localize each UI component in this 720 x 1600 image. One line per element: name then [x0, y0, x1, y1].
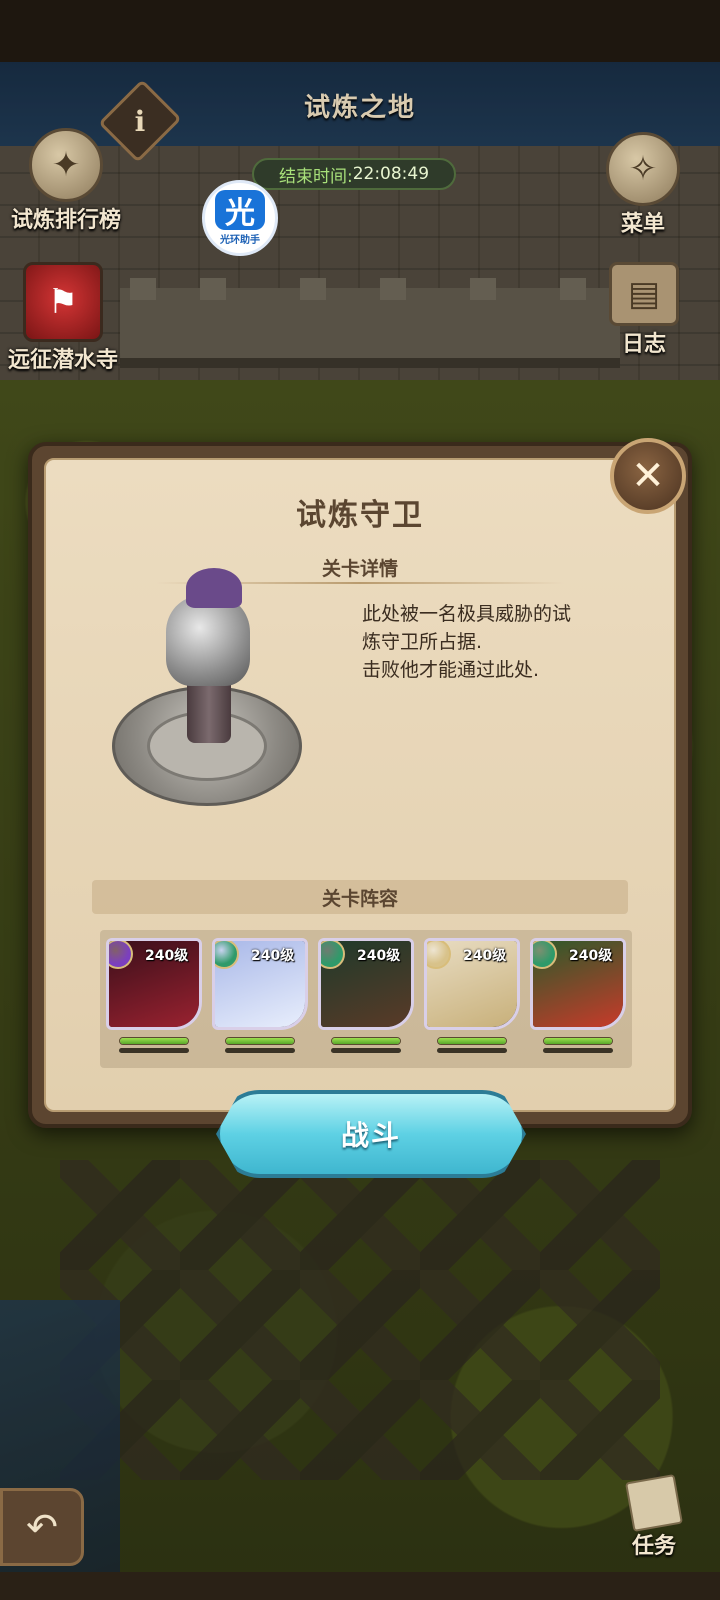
lineup-header: 关卡阵容	[92, 880, 628, 914]
hero-portrait-card: 240级	[530, 938, 626, 1030]
hero-hp-fill	[120, 1038, 188, 1044]
stage-details-label: 关卡详情	[321, 557, 398, 580]
page-title: 试炼之地	[303, 92, 416, 123]
helmet-plume	[186, 568, 242, 608]
scroll-icon	[625, 1474, 683, 1532]
dialog-title: 试炼守卫	[296, 498, 424, 533]
hero-energy-bar	[543, 1048, 613, 1053]
hero-energy-bar	[119, 1048, 189, 1053]
hero-hp-fill	[332, 1038, 400, 1044]
hero-slot[interactable]: 240级	[212, 938, 308, 1053]
fight-button[interactable]: 战斗	[216, 1090, 526, 1178]
close-button[interactable]: ✕	[610, 438, 686, 514]
assistant-label: 光环助手	[220, 235, 260, 246]
assistant-logo-icon: 光	[215, 190, 265, 231]
hero-hp-bar	[225, 1037, 295, 1045]
trial-guard-dialog: 试炼守卫 关卡详情 此处被一名极具威胁的试 炼守卫所占据. 击败他才能通过此处.…	[28, 442, 692, 1128]
hero-level: 240级	[463, 948, 507, 964]
compass-icon: ✧	[606, 132, 680, 206]
hero-portrait-card: 240级	[318, 938, 414, 1030]
back-button[interactable]: ↶	[0, 1488, 84, 1566]
dialog-parchment: 试炼守卫 关卡详情 此处被一名极具威胁的试 炼守卫所占据. 击败他才能通过此处.…	[44, 458, 676, 1112]
assistant-floating-button[interactable]: 光 光环助手	[202, 180, 278, 256]
hero-hp-fill	[544, 1038, 612, 1044]
hero-energy-bar	[331, 1048, 401, 1053]
hero-level: 240级	[569, 948, 613, 964]
hero-slot[interactable]: 240级	[106, 938, 202, 1053]
journal-button[interactable]: ▤ 日志	[596, 262, 692, 358]
expedition-label: 远征潜水寺	[8, 348, 119, 373]
fight-label: 战斗	[340, 1119, 401, 1152]
bottom-rail	[0, 1572, 720, 1600]
enemy-lineup: 240级 240级 240级 240级 240级	[100, 930, 632, 1068]
hero-portrait-card: 240级	[212, 938, 308, 1030]
menu-label: 菜单	[620, 212, 665, 237]
book-icon: ▤	[609, 262, 679, 326]
hero-slot[interactable]: 240级	[530, 938, 626, 1053]
hero-portrait-card: 240级	[106, 938, 202, 1030]
menu-button[interactable]: ✧ 菜单	[598, 132, 688, 238]
ranking-button[interactable]: ✦ 试炼排行榜	[4, 128, 128, 234]
hero-level: 240级	[145, 948, 189, 964]
hero-level: 240级	[251, 948, 295, 964]
close-icon: ✕	[631, 453, 665, 499]
hero-energy-bar	[225, 1048, 295, 1053]
stage-description-text: 此处被一名极具威胁的试 炼守卫所占据. 击败他才能通过此处.	[362, 603, 572, 681]
journal-label: 日志	[621, 332, 666, 357]
stage-description: 此处被一名极具威胁的试 炼守卫所占据. 击败他才能通过此处.	[362, 600, 642, 684]
back-arrow-icon: ↶	[26, 1505, 58, 1549]
lineup-label: 关卡阵容	[321, 887, 398, 910]
end-time-badge: 结束时间: 22:08:49	[252, 158, 456, 190]
ranking-label: 试炼排行榜	[10, 208, 121, 233]
hero-hp-fill	[438, 1038, 506, 1044]
header-banner: 试炼之地	[200, 70, 520, 140]
hero-energy-bar	[437, 1048, 507, 1053]
hero-level: 240级	[357, 948, 401, 964]
end-time-value: 22:08:49	[352, 164, 430, 184]
end-time-label: 结束时间:	[278, 166, 353, 187]
hero-hp-bar	[543, 1037, 613, 1045]
guard-statue-image	[102, 568, 312, 838]
hero-hp-fill	[226, 1038, 294, 1044]
beast-crest-icon: ⚑	[23, 262, 103, 342]
compass-emblem-icon: ✦	[29, 128, 103, 202]
knight-helmet-icon	[166, 596, 250, 686]
hero-portrait-card: 240级	[424, 938, 520, 1030]
hero-hp-bar	[437, 1037, 507, 1045]
hero-hp-bar	[331, 1037, 401, 1045]
game-screen: 试炼之地 i 结束时间: 22:08:49 ✦ 试炼排行榜 ⚑ 远征潜水寺 ✧ …	[0, 0, 720, 1600]
quest-button[interactable]: 任务	[612, 1474, 696, 1560]
hero-slot[interactable]: 240级	[318, 938, 414, 1053]
hero-slot[interactable]: 240级	[424, 938, 520, 1053]
expedition-button[interactable]: ⚑ 远征潜水寺	[8, 262, 118, 374]
hero-hp-bar	[119, 1037, 189, 1045]
quest-label: 任务	[631, 1534, 676, 1559]
